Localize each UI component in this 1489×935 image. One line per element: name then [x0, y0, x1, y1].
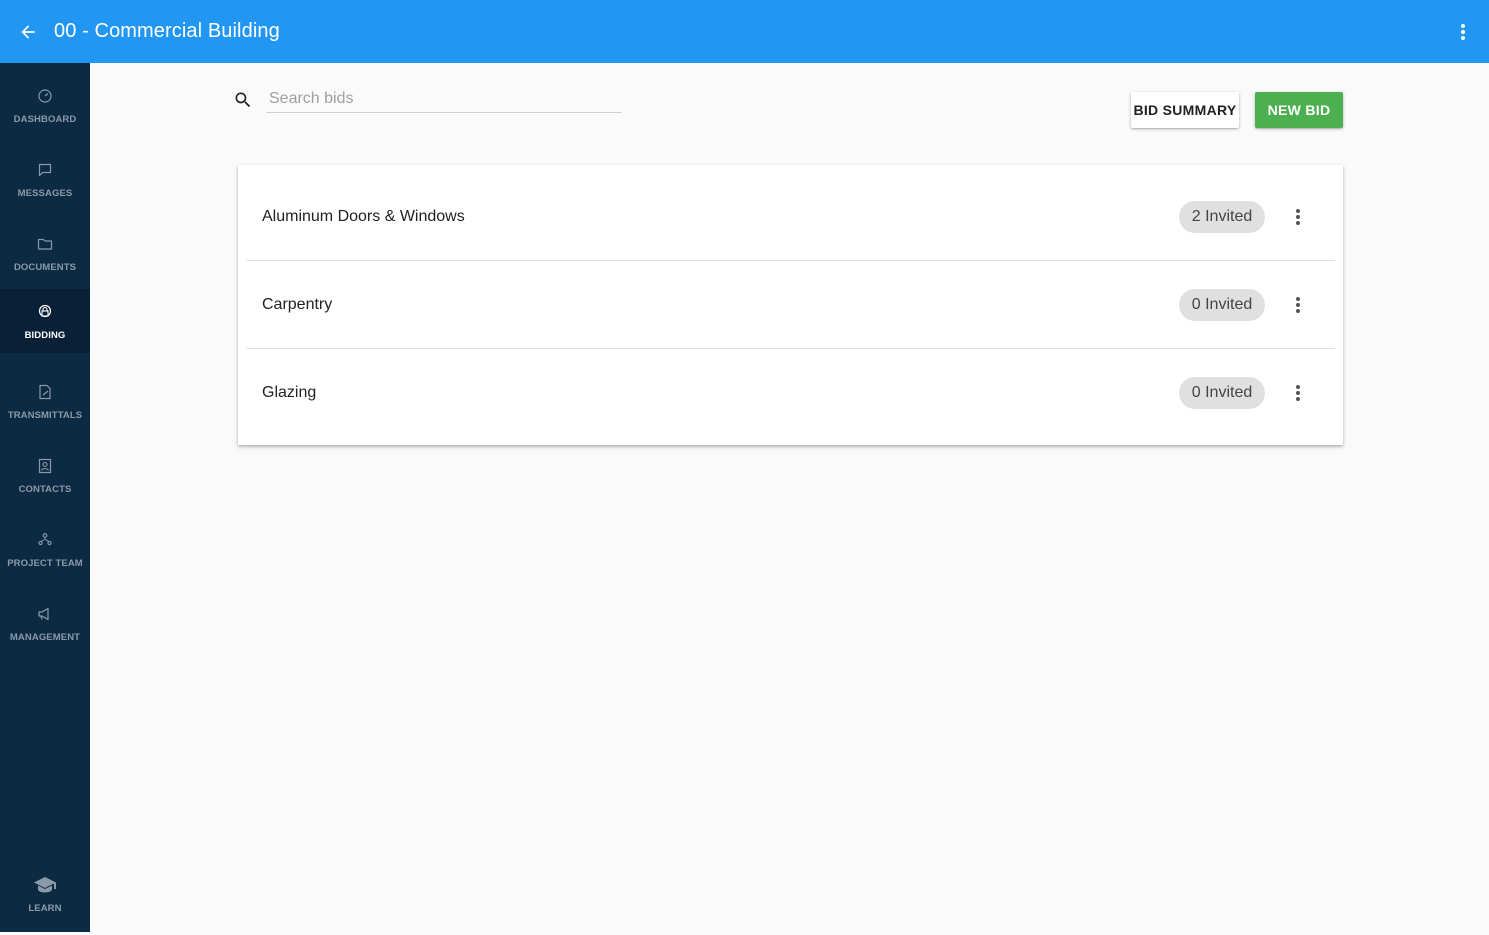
more-vert-icon[interactable]: [1286, 205, 1310, 229]
sidebar-item-dashboard[interactable]: DASHBOARD: [0, 73, 90, 137]
bid-row[interactable]: Carpentry 0 Invited: [246, 261, 1335, 349]
sidebar: DASHBOARD MESSAGES DOCUMENTS BIDDING TRA…: [0, 63, 90, 932]
bid-name: Carpentry: [262, 295, 333, 313]
sidebar-item-label: MANAGEMENT: [9, 632, 81, 643]
invited-count-chip: 0 Invited: [1179, 377, 1265, 409]
more-vert-icon[interactable]: [1286, 293, 1310, 317]
sidebar-item-label: LEARN: [28, 903, 62, 914]
search-icon: [233, 90, 253, 110]
graduation-cap-icon: [33, 875, 57, 895]
sidebar-item-label: CONTACTS: [18, 484, 72, 495]
team-icon: [36, 531, 54, 549]
sidebar-item-documents[interactable]: DOCUMENTS: [0, 221, 90, 285]
search-input[interactable]: [266, 86, 622, 113]
page-title: 00 - Commercial Building: [54, 20, 280, 42]
sidebar-item-label: MESSAGES: [17, 188, 73, 199]
message-icon: [36, 161, 54, 179]
bid-name: Glazing: [262, 384, 317, 401]
new-bid-button[interactable]: NEW BID: [1255, 92, 1343, 128]
app-bar: 00 - Commercial Building: [0, 0, 1489, 63]
bid-summary-button[interactable]: BID SUMMARY: [1131, 92, 1239, 128]
sidebar-item-management[interactable]: MANAGEMENT: [0, 591, 90, 655]
more-vert-icon[interactable]: [1451, 19, 1475, 45]
sidebar-item-transmittals[interactable]: TRANSMITTALS: [0, 369, 90, 433]
sidebar-item-label: BIDDING: [24, 330, 66, 341]
bidding-icon: [36, 303, 54, 321]
dashboard-icon: [36, 87, 54, 105]
sidebar-item-label: DASHBOARD: [13, 114, 77, 125]
back-arrow-icon[interactable]: [15, 19, 41, 45]
bid-row[interactable]: Glazing 0 Invited: [246, 349, 1335, 437]
sidebar-item-project-team[interactable]: PROJECT TEAM: [0, 517, 90, 581]
transmittal-icon: [36, 383, 54, 401]
more-vert-icon[interactable]: [1286, 381, 1310, 405]
sidebar-item-label: PROJECT TEAM: [7, 558, 83, 569]
contacts-icon: [36, 457, 54, 475]
sidebar-item-contacts[interactable]: CONTACTS: [0, 443, 90, 507]
megaphone-icon: [36, 605, 54, 623]
sidebar-item-label: TRANSMITTALS: [7, 410, 83, 421]
bid-name: Aluminum Doors & Windows: [262, 207, 465, 225]
sidebar-item-learn[interactable]: LEARN: [0, 871, 90, 935]
sidebar-item-label: DOCUMENTS: [13, 262, 77, 273]
invited-count-chip: 2 Invited: [1179, 200, 1265, 233]
bid-list-card: Aluminum Doors & Windows 2 Invited Carpe…: [238, 165, 1343, 445]
folder-icon: [36, 235, 54, 253]
sidebar-item-messages[interactable]: MESSAGES: [0, 147, 90, 211]
invited-count-chip: 0 Invited: [1179, 288, 1265, 321]
sidebar-item-bidding[interactable]: BIDDING: [0, 289, 90, 353]
bid-row[interactable]: Aluminum Doors & Windows 2 Invited: [246, 173, 1335, 261]
